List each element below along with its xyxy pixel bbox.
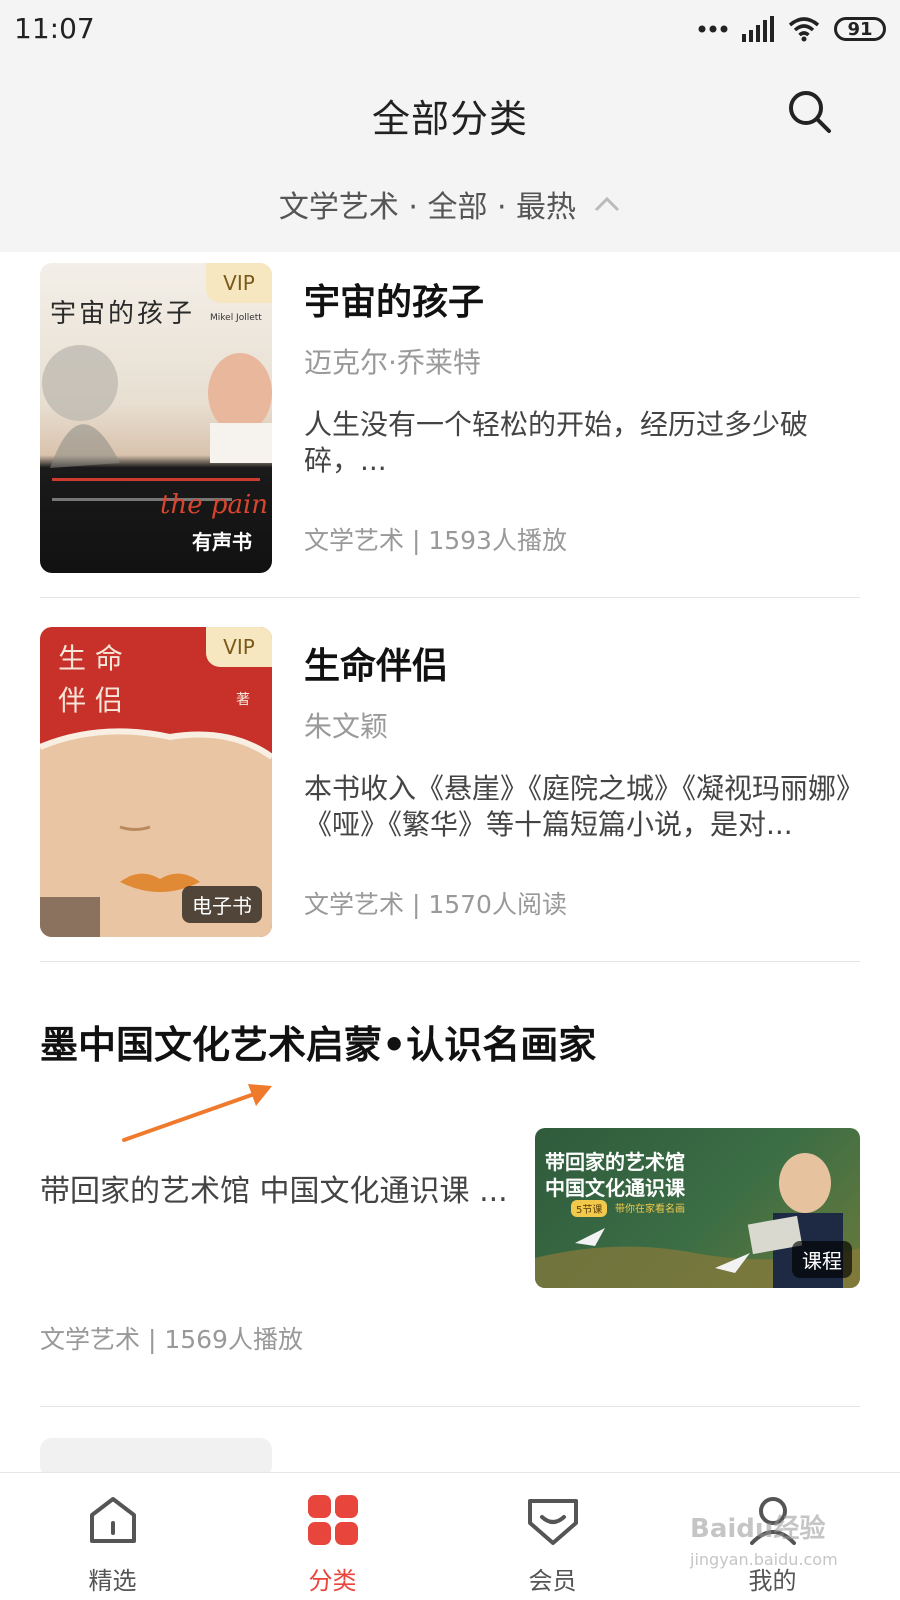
status-time: 11:07 (14, 12, 95, 45)
wifi-icon (788, 17, 820, 42)
vip-badge: VIP (206, 627, 272, 667)
item-title[interactable]: 生命伴侣 (304, 637, 448, 689)
battery-icon: 91 (834, 17, 886, 41)
course-cover[interactable]: 带回家的艺术馆 中国文化通识课 5节课 带你在家看名画 课程 (535, 1128, 860, 1288)
page-header: 全部分类 (0, 60, 900, 168)
signal-icon (742, 16, 774, 42)
tab-member[interactable]: 会员 (440, 1473, 665, 1600)
divider (40, 961, 860, 962)
course-cover-line1: 带回家的艺术馆 (545, 1150, 685, 1174)
divider (40, 1406, 860, 1407)
item-author: 朱文颖 (304, 710, 389, 743)
dots-icon (698, 25, 728, 33)
cover-author: Mikel Jollett (210, 313, 262, 323)
filter-text[interactable]: 文学艺术 · 全部 · 最热 (279, 182, 576, 226)
course-title[interactable]: 墨中国文化艺术启蒙•认识名画家 (40, 1014, 596, 1069)
filter-bar[interactable]: 文学艺术 · 全部 · 最热 (0, 168, 900, 252)
list-item[interactable]: the pain 宇宙的孩子 Mikel Jollett VIP 有声书 宇宙的… (40, 263, 860, 573)
category-icon (308, 1495, 358, 1545)
type-badge: 电子书 (182, 886, 262, 923)
item-description: 人生没有一个轻松的开始，经历过多少破碎，... (304, 408, 809, 477)
item-meta: 文学艺术 | 1593人播放 (304, 526, 567, 555)
divider (40, 597, 860, 598)
cover-title-line2: 伴 侣 (58, 684, 123, 717)
book-cover[interactable]: the pain 宇宙的孩子 Mikel Jollett VIP 有声书 (40, 263, 272, 573)
status-bar: 11:07 91 (0, 0, 900, 60)
type-badge: 课程 (792, 1241, 852, 1278)
chevron-up-icon[interactable] (593, 194, 621, 214)
item-description: 本书收入《悬崖》《庭院之城》《凝视玛丽娜》《哑》《繁华》等十篇短篇小说，是对..… (304, 772, 851, 841)
item-author: 迈克尔·乔莱特 (304, 346, 481, 379)
home-icon (90, 1497, 136, 1543)
vip-badge: VIP (206, 263, 272, 303)
course-cover-tag: 5节课 (571, 1200, 608, 1217)
watermark-sub: jingyan.baidu.com (690, 1550, 838, 1569)
watermark: Baidu经验 (690, 1514, 826, 1544)
content-list: the pain 宇宙的孩子 Mikel Jollett VIP 有声书 宇宙的… (0, 252, 900, 1472)
next-item-cover-peek (40, 1438, 272, 1472)
cover-title: 宇宙的孩子 (50, 299, 196, 329)
tab-label: 会员 (528, 1567, 577, 1595)
book-cover[interactable]: 生 命 伴 侣 著 VIP 电子书 (40, 627, 272, 937)
item-title[interactable]: 宇宙的孩子 (304, 273, 484, 325)
status-icons: 91 (698, 14, 886, 44)
search-button[interactable] (786, 88, 834, 136)
tab-featured[interactable]: 精选 (0, 1473, 225, 1600)
search-icon (789, 91, 831, 133)
page-title: 全部分类 (371, 97, 528, 141)
tab-label: 分类 (308, 1567, 357, 1595)
cover-author: 著 (236, 692, 250, 708)
svg-text:the pain: the pain (160, 490, 268, 520)
item-meta: 文学艺术 | 1570人阅读 (304, 890, 567, 919)
course-cover-line2: 中国文化通识课 (545, 1176, 685, 1200)
course-meta: 文学艺术 | 1569人播放 (40, 1325, 303, 1354)
tab-category[interactable]: 分类 (220, 1473, 445, 1600)
type-badge: 有声书 (192, 530, 252, 554)
course-description: 带回家的艺术馆 中国文化通识课 ... (40, 1174, 508, 1209)
member-icon (528, 1499, 578, 1545)
tab-label: 精选 (88, 1567, 137, 1595)
list-item[interactable]: 生 命 伴 侣 著 VIP 电子书 生命伴侣 朱文颖 本书收入《悬崖》《庭院之城… (40, 627, 860, 937)
cover-title-line1: 生 命 (58, 642, 123, 675)
course-cover-tag2: 带你在家看名画 (615, 1204, 685, 1215)
annotation-arrow-icon (122, 1084, 272, 1142)
